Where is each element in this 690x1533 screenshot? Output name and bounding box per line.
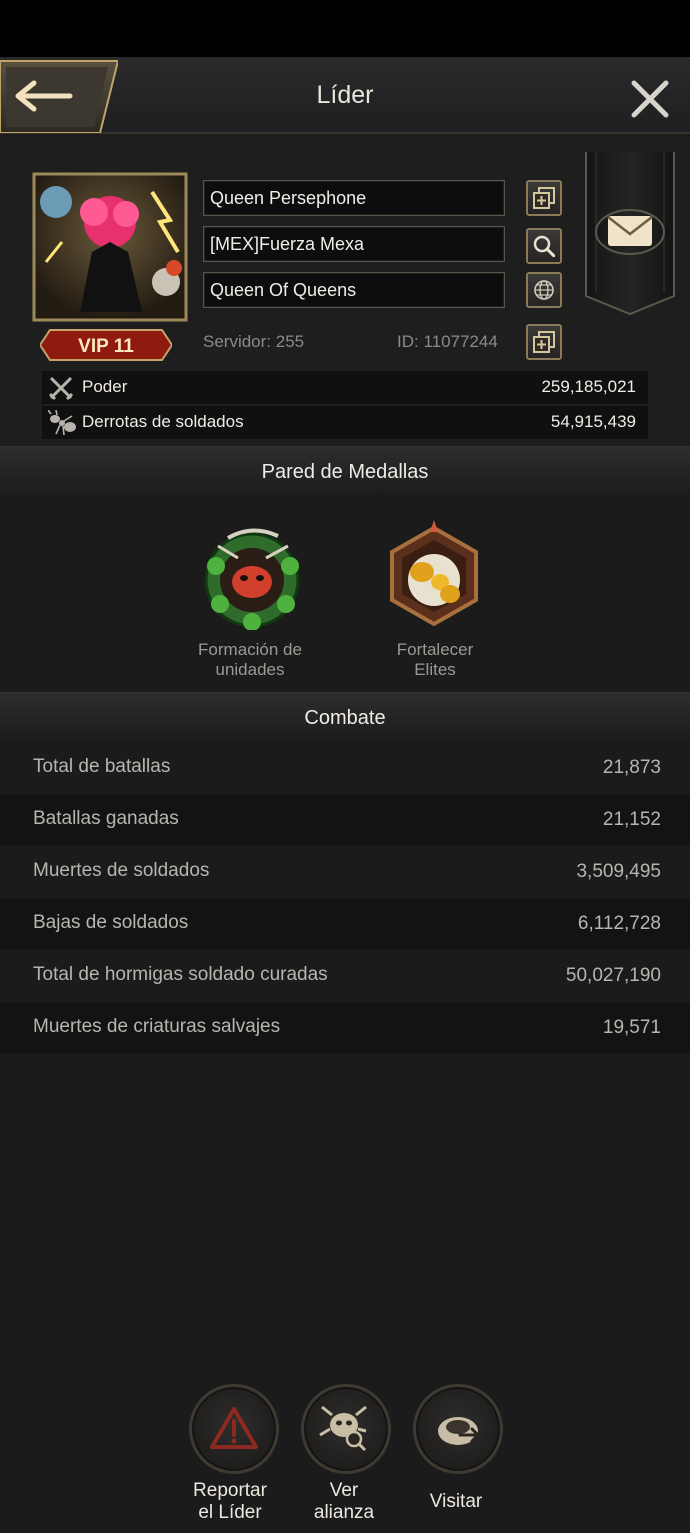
- golden-ant-medal-icon: [390, 520, 478, 627]
- report-leader-button[interactable]: [189, 1384, 279, 1474]
- page-title: Líder: [316, 81, 374, 109]
- medal-wall: Formación de unidades Fortalecer Elites: [0, 496, 690, 692]
- send-mail-button[interactable]: [584, 152, 676, 316]
- player-name-field: Queen Persephone: [203, 180, 505, 216]
- combat-header: Combate: [0, 692, 690, 742]
- crossed-swords-icon: [48, 376, 74, 401]
- server-label: Servidor: 255: [203, 332, 305, 351]
- combat-row: Muertes de criaturas salvajes 19,571: [0, 1002, 690, 1054]
- combat-label: Total de batallas: [33, 756, 171, 777]
- close-button[interactable]: [626, 77, 674, 121]
- action-label-line: alianza: [313, 1502, 375, 1523]
- search-alliance-button[interactable]: [526, 228, 562, 264]
- medal-label: Formación de unidades: [170, 640, 330, 680]
- combat-value: 3,509,495: [576, 861, 661, 882]
- stat-power: Poder 259,185,021: [42, 371, 648, 404]
- view-alliance-button[interactable]: [301, 1384, 391, 1474]
- medal-label-line: Formación de: [198, 640, 302, 659]
- action-label-line: Reportar: [193, 1480, 267, 1501]
- action-label: Visitar: [396, 1491, 516, 1513]
- clover-ant-medal-icon: [204, 528, 300, 631]
- combat-label: Total de hormigas soldado curadas: [33, 964, 328, 985]
- visit-icon: [438, 1417, 482, 1445]
- combat-value: 6,112,728: [577, 913, 661, 934]
- player-id-label: ID: 11077244: [397, 332, 498, 351]
- globe-icon: [534, 280, 554, 300]
- medal-label-line: unidades: [215, 660, 285, 679]
- action-label: Reportar el Líder: [170, 1480, 290, 1524]
- alliance-name-field: [MEX]Fuerza Mexa: [203, 226, 505, 262]
- section-title: Combate: [304, 707, 386, 729]
- action-label-line: el Líder: [198, 1502, 262, 1523]
- status-bar: [0, 0, 690, 57]
- action-label-line: Ver: [329, 1480, 359, 1501]
- combat-value: 50,027,190: [565, 965, 661, 986]
- section-title: Pared de Medallas: [261, 461, 429, 483]
- combat-row: Bajas de soldados 6,112,728: [0, 898, 690, 950]
- profile-panel: VIP 11 Queen Persephone [MEX]Fuerza Mexa…: [0, 136, 690, 444]
- action-label: Ver alianza: [284, 1480, 404, 1524]
- medal-wall-header: Pared de Medallas: [0, 446, 690, 496]
- combat-row: Muertes de soldados 3,509,495: [0, 846, 690, 898]
- combat-value: 21,873: [602, 757, 661, 778]
- stat-label: Poder: [82, 377, 128, 396]
- combat-row: Batallas ganadas 21,152: [0, 794, 690, 846]
- copy-icon: [533, 187, 555, 209]
- combat-row: Total de hormigas soldado curadas 50,027…: [0, 950, 690, 1002]
- combat-label: Batallas ganadas: [33, 808, 179, 829]
- medal-label-line: Elites: [414, 660, 456, 679]
- medal-formation[interactable]: [198, 518, 306, 635]
- combat-value: 21,152: [602, 809, 661, 830]
- combat-row: Total de batallas 21,873: [0, 742, 690, 794]
- copy-name-button[interactable]: [526, 180, 562, 216]
- globe-button[interactable]: [526, 272, 562, 308]
- combat-label: Muertes de soldados: [33, 860, 210, 881]
- combat-value: 19,571: [602, 1017, 661, 1038]
- stat-soldier-defeats: Derrotas de soldados 54,915,439: [42, 406, 648, 439]
- combat-label: Muertes de criaturas salvajes: [33, 1016, 281, 1037]
- warning-icon: [210, 1407, 258, 1449]
- mail-icon: [585, 152, 675, 316]
- copy-id-button[interactable]: [526, 324, 562, 360]
- stat-value: 54,915,439: [550, 412, 636, 431]
- medal-elites[interactable]: [382, 518, 486, 635]
- ant-icon: [48, 410, 76, 436]
- avatar[interactable]: [32, 172, 188, 322]
- stat-value: 259,185,021: [541, 377, 636, 396]
- header: Líder: [0, 57, 690, 134]
- combat-label: Bajas de soldados: [33, 912, 189, 933]
- vip-level: VIP 11: [78, 336, 134, 357]
- action-label-line: Visitar: [429, 1491, 483, 1512]
- copy-icon: [533, 331, 555, 353]
- visit-button[interactable]: [413, 1384, 503, 1474]
- title-field: Queen Of Queens: [203, 272, 505, 308]
- search-icon: [533, 235, 555, 257]
- medal-label: Fortalecer Elites: [355, 640, 515, 680]
- stat-label: Derrotas de soldados: [82, 412, 244, 431]
- alliance-search-icon: [319, 1405, 367, 1452]
- close-icon: [631, 80, 669, 118]
- medal-label-line: Fortalecer: [396, 640, 474, 659]
